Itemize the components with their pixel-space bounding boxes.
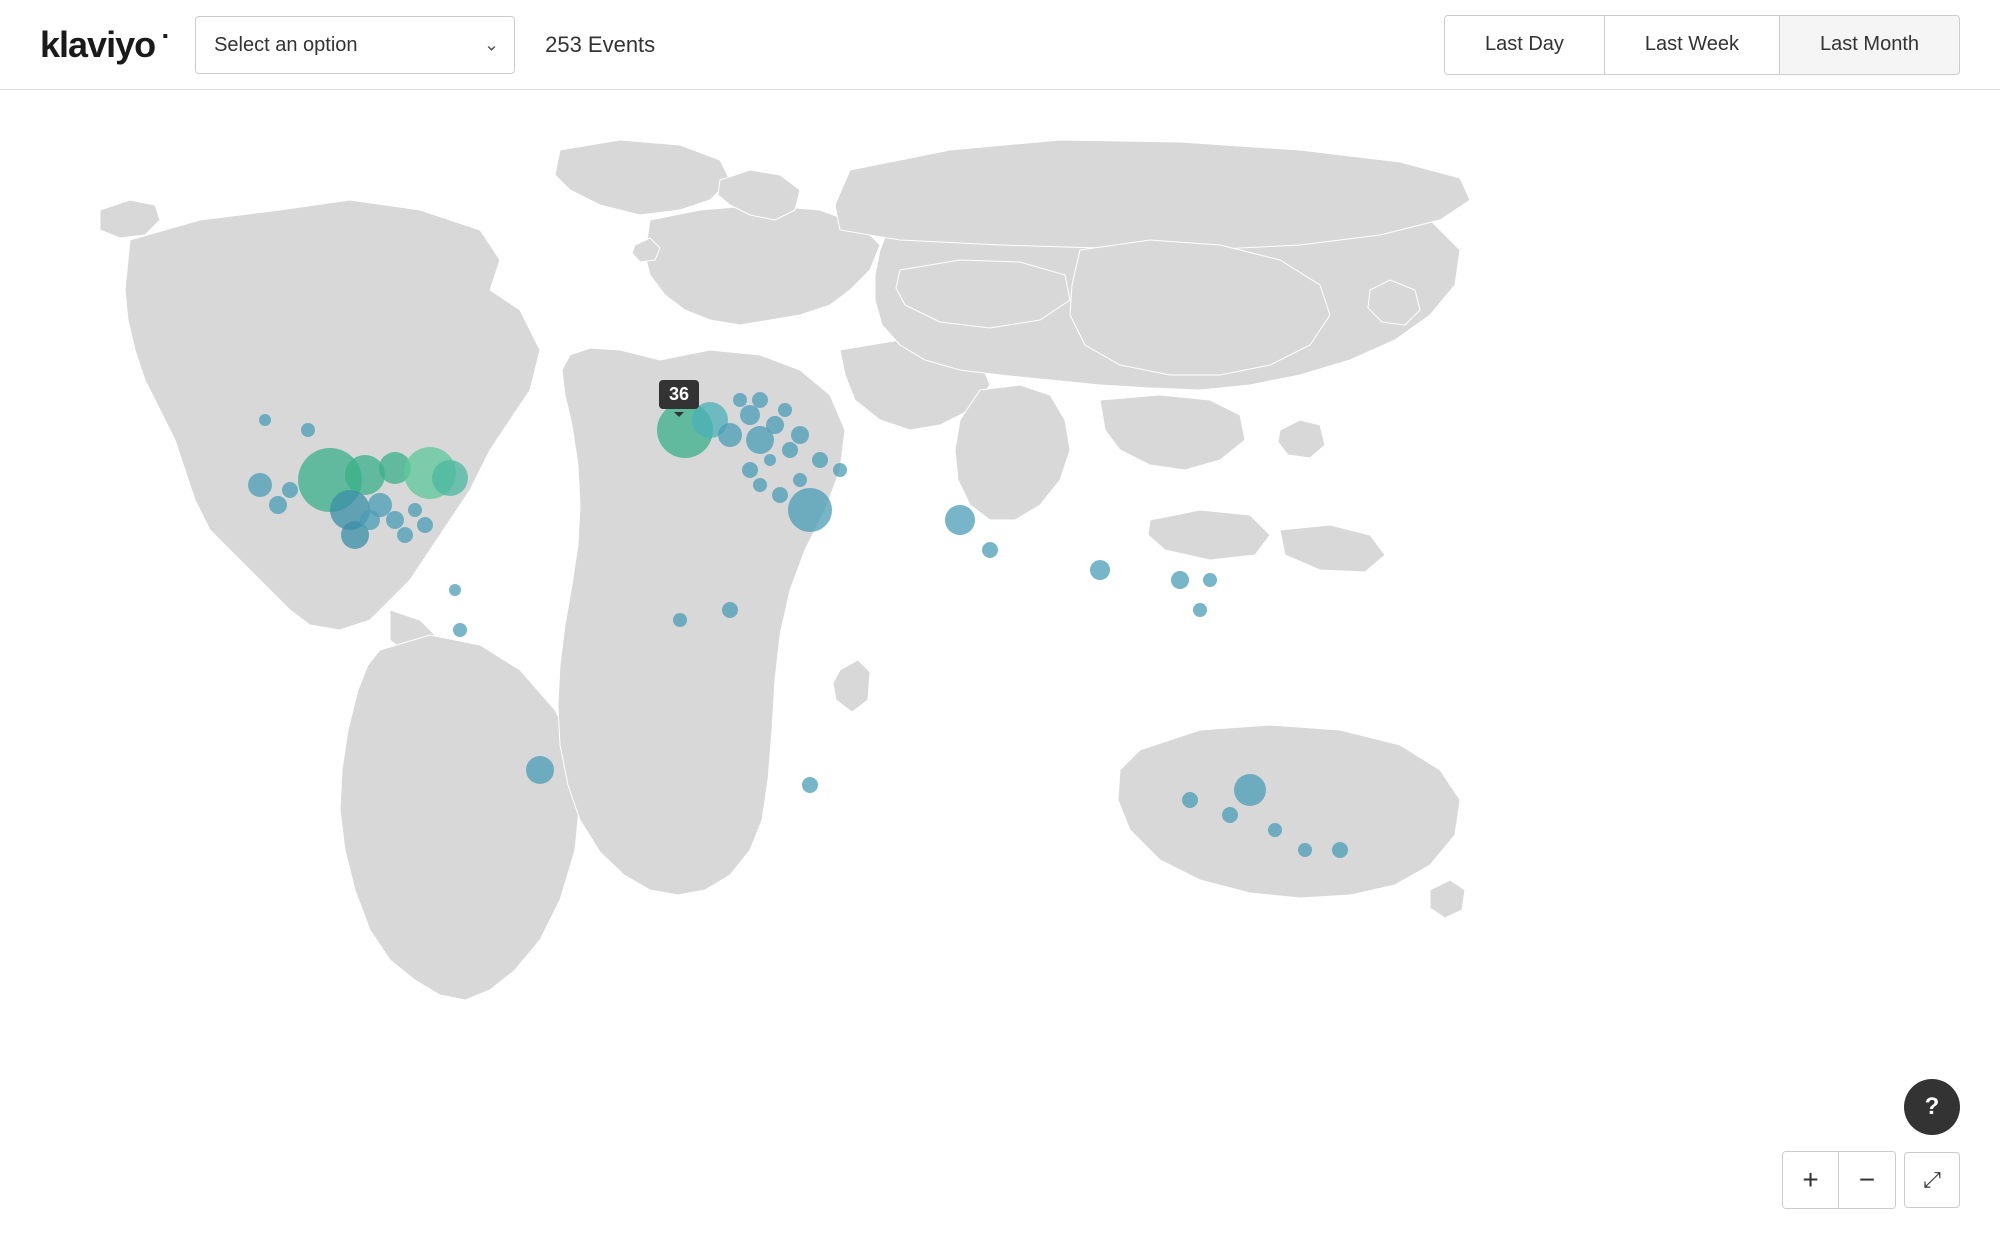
world-map <box>0 90 2000 1249</box>
header: klaviyo Select an option ⌄ 253 Events La… <box>0 0 2000 90</box>
last-month-button[interactable]: Last Month <box>1780 16 1959 74</box>
klaviyo-logo: klaviyo <box>40 24 155 66</box>
expand-button[interactable]: ⤢ <box>1904 1152 1960 1208</box>
zoom-controls: + − <box>1782 1151 1896 1209</box>
last-week-button[interactable]: Last Week <box>1605 16 1780 74</box>
map-container[interactable]: 36 ? + − ⤢ <box>0 90 2000 1249</box>
zoom-out-button[interactable]: − <box>1839 1152 1895 1208</box>
map-controls: ? + − ⤢ <box>1782 1079 1960 1209</box>
event-select-wrapper: Select an option ⌄ <box>195 16 515 74</box>
events-count: 253 Events <box>545 32 655 58</box>
help-button[interactable]: ? <box>1904 1079 1960 1135</box>
time-filter-group: Last Day Last Week Last Month <box>1444 15 1960 75</box>
zoom-in-button[interactable]: + <box>1783 1152 1839 1208</box>
event-select[interactable]: Select an option <box>195 16 515 74</box>
last-day-button[interactable]: Last Day <box>1445 16 1605 74</box>
